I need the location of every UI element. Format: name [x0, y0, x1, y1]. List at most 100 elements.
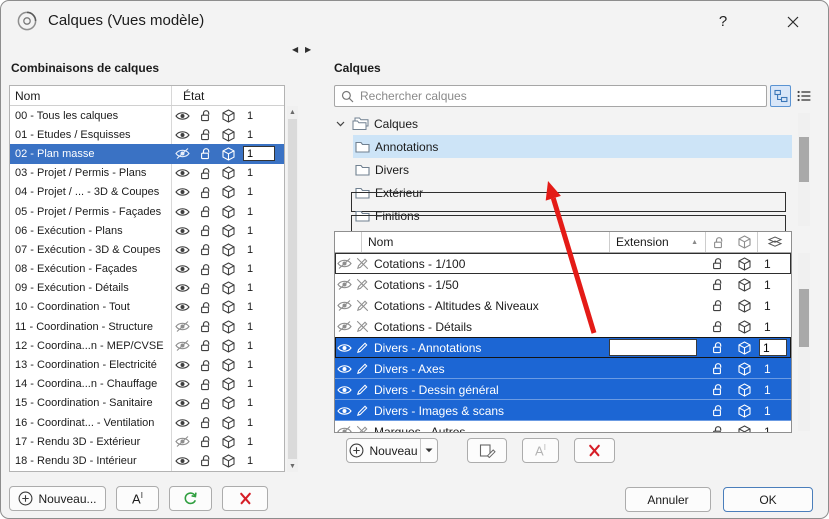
lock-icon[interactable]	[705, 299, 731, 312]
combination-row[interactable]: 13 - Coordination - Electricité1	[10, 355, 284, 374]
cube-icon[interactable]	[217, 454, 240, 468]
cancel-button[interactable]: Annuler	[625, 487, 711, 512]
cube-icon[interactable]	[217, 147, 240, 161]
combination-row[interactable]: 05 - Projet / Permis - Façades1	[10, 202, 284, 221]
cube-icon[interactable]	[731, 362, 757, 376]
pencil-off-icon[interactable]	[353, 320, 371, 333]
eye-icon[interactable]	[335, 343, 353, 353]
cube-icon[interactable]	[217, 205, 240, 219]
combination-row[interactable]: 12 - Coordina...n - MEP/CVSE1	[10, 336, 284, 355]
table-scrollbar[interactable]	[798, 253, 810, 431]
lock-icon[interactable]	[705, 278, 731, 291]
intersection-input[interactable]: 1	[243, 146, 275, 161]
cube-icon[interactable]	[731, 383, 757, 397]
lock-icon[interactable]	[194, 282, 217, 295]
lock-column-icon[interactable]	[705, 232, 731, 252]
cube-icon[interactable]	[217, 416, 240, 430]
cube-icon[interactable]	[217, 185, 240, 199]
delete-layer-button[interactable]	[574, 438, 615, 463]
lock-icon[interactable]	[705, 320, 731, 333]
lock-icon[interactable]	[194, 205, 217, 218]
collapse-right-icon[interactable]: ▶	[305, 45, 311, 54]
lock-icon[interactable]	[194, 263, 217, 276]
cube-icon[interactable]	[217, 300, 240, 314]
lock-icon[interactable]	[194, 378, 217, 391]
layer-row[interactable]: Divers - Annotations1	[335, 337, 791, 358]
eye-icon[interactable]	[171, 245, 194, 255]
combination-row[interactable]: 08 - Exécution - Façades1	[10, 260, 284, 279]
pencil-off-icon[interactable]	[353, 299, 371, 312]
layer-row[interactable]: Cotations - 1/1001	[335, 253, 791, 274]
eye-off-icon[interactable]	[335, 321, 353, 332]
cube-icon[interactable]	[217, 166, 240, 180]
cube-icon[interactable]	[731, 425, 757, 434]
cube-icon[interactable]	[217, 377, 240, 391]
lock-icon[interactable]	[194, 339, 217, 352]
lock-icon[interactable]	[194, 243, 217, 256]
scroll-down-icon[interactable]: ▼	[287, 460, 298, 472]
pencil-off-icon[interactable]	[353, 278, 371, 291]
pencil-icon[interactable]	[353, 383, 371, 396]
eye-off-icon[interactable]	[335, 300, 353, 311]
new-layer-button[interactable]: Nouveau	[346, 438, 438, 463]
lock-icon[interactable]	[194, 435, 217, 448]
ok-button[interactable]: OK	[723, 487, 813, 512]
eye-icon[interactable]	[171, 226, 194, 236]
eye-off-icon[interactable]	[171, 321, 194, 332]
lock-icon[interactable]	[194, 416, 217, 429]
cube-icon[interactable]	[217, 224, 240, 238]
cube-icon[interactable]	[217, 281, 240, 295]
eye-icon[interactable]	[335, 385, 353, 395]
layer-row[interactable]: Cotations - Détails1	[335, 316, 791, 337]
cube-icon[interactable]	[731, 278, 757, 292]
cube-column-icon[interactable]	[731, 232, 757, 252]
tree-view-button[interactable]	[770, 85, 791, 107]
eye-off-icon[interactable]	[335, 258, 353, 269]
rename-combination-button[interactable]: AI	[116, 486, 159, 511]
eye-off-icon[interactable]	[171, 148, 194, 159]
cube-icon[interactable]	[731, 404, 757, 418]
column-header-nom[interactable]: Nom	[361, 232, 609, 252]
new-extension-button[interactable]	[467, 438, 507, 463]
chevron-down-icon[interactable]	[334, 121, 347, 127]
cube-icon[interactable]	[217, 128, 240, 142]
rename-layer-button[interactable]: AI	[522, 438, 559, 463]
lock-icon[interactable]	[194, 224, 217, 237]
cube-icon[interactable]	[217, 262, 240, 276]
cube-icon[interactable]	[731, 341, 757, 355]
column-header-extension[interactable]: Extension ▲	[609, 232, 705, 252]
help-button[interactable]: ?	[705, 8, 741, 35]
cube-icon[interactable]	[217, 358, 240, 372]
new-layer-dropdown[interactable]	[420, 439, 437, 462]
combination-row[interactable]: 02 - Plan masse1	[10, 144, 284, 163]
combination-row[interactable]: 16 - Coordinat... - Ventilation1	[10, 413, 284, 432]
eye-off-icon[interactable]	[171, 436, 194, 447]
layer-row[interactable]: Divers - Dessin général1	[335, 379, 791, 400]
combination-row[interactable]: 01 - Etudes / Esquisses1	[10, 125, 284, 144]
lock-icon[interactable]	[194, 359, 217, 372]
tree-row-folder[interactable]: Extérieur	[353, 181, 792, 204]
eye-icon[interactable]	[171, 302, 194, 312]
eye-icon[interactable]	[171, 418, 194, 428]
new-layer-main[interactable]: Nouveau	[347, 439, 420, 462]
cube-icon[interactable]	[217, 435, 240, 449]
scrollbar-thumb[interactable]	[799, 137, 809, 182]
eye-icon[interactable]	[171, 187, 194, 197]
eye-off-icon[interactable]	[335, 279, 353, 290]
eye-icon[interactable]	[171, 456, 194, 466]
new-combination-button[interactable]: Nouveau...	[9, 486, 106, 511]
eye-icon[interactable]	[335, 364, 353, 374]
layer-row[interactable]: Cotations - Altitudes & Niveaux1	[335, 295, 791, 316]
pencil-off-icon[interactable]	[353, 425, 371, 433]
combination-row[interactable]: 07 - Exécution - 3D & Coupes1	[10, 240, 284, 259]
tree-scrollbar[interactable]	[798, 113, 810, 226]
cube-icon[interactable]	[217, 320, 240, 334]
combination-row[interactable]: 03 - Projet / Permis - Plans1	[10, 164, 284, 183]
layer-row[interactable]: Cotations - 1/501	[335, 274, 791, 295]
tree-row-folder[interactable]: Divers	[353, 158, 792, 181]
eye-icon[interactable]	[171, 379, 194, 389]
combination-row[interactable]: 11 - Coordination - Structure1	[10, 317, 284, 336]
combination-row[interactable]: 17 - Rendu 3D - Extérieur1	[10, 432, 284, 451]
cube-icon[interactable]	[731, 320, 757, 334]
lock-icon[interactable]	[194, 454, 217, 467]
